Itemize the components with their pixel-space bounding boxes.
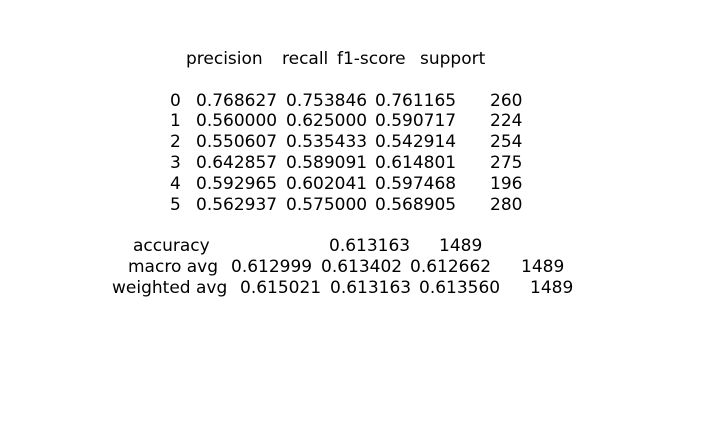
row-f1-score: 0.597468 — [375, 174, 457, 194]
row-precision: 0.768627 — [196, 91, 278, 111]
header-precision: precision — [186, 49, 263, 69]
row-f1-score: 0.761165 — [375, 91, 457, 111]
row-precision: 0.562937 — [196, 195, 278, 215]
row-support: 254 — [490, 132, 523, 152]
row-label: 0 — [170, 91, 181, 111]
row-recall: 0.753846 — [286, 91, 368, 111]
row-label: 5 — [170, 195, 181, 215]
macro-avg-support: 1489 — [521, 257, 565, 277]
macro-avg-recall: 0.613402 — [321, 257, 403, 277]
weighted-avg-support: 1489 — [530, 278, 574, 298]
row-recall: 0.625000 — [286, 111, 368, 131]
row-precision: 0.560000 — [196, 111, 278, 131]
accuracy-label: accuracy — [133, 236, 210, 256]
row-support: 196 — [490, 174, 523, 194]
row-precision: 0.592965 — [196, 174, 278, 194]
header-f1-score: f1-score — [337, 49, 406, 69]
macro-avg-precision: 0.612999 — [231, 257, 313, 277]
row-f1-score: 0.614801 — [375, 153, 457, 173]
macro-avg-f1-score: 0.612662 — [410, 257, 492, 277]
weighted-avg-label: weighted avg — [112, 278, 228, 298]
row-support: 275 — [490, 153, 523, 173]
accuracy-support: 1489 — [439, 236, 483, 256]
row-recall: 0.535433 — [286, 132, 368, 152]
macro-avg-label: macro avg — [128, 257, 219, 277]
row-f1-score: 0.542914 — [375, 132, 457, 152]
row-recall: 0.589091 — [286, 153, 368, 173]
row-label: 2 — [170, 132, 181, 152]
row-precision: 0.550607 — [196, 132, 278, 152]
row-support: 260 — [490, 91, 523, 111]
row-f1-score: 0.590717 — [375, 111, 457, 131]
row-support: 280 — [490, 195, 523, 215]
row-label: 1 — [170, 111, 181, 131]
classification-report: precision recall f1-score support 0 0.76… — [0, 0, 720, 440]
row-precision: 0.642857 — [196, 153, 278, 173]
weighted-avg-f1-score: 0.613560 — [419, 278, 501, 298]
weighted-avg-recall: 0.613163 — [330, 278, 412, 298]
header-support: support — [420, 49, 486, 69]
row-f1-score: 0.568905 — [375, 195, 457, 215]
row-recall: 0.602041 — [286, 174, 368, 194]
row-recall: 0.575000 — [286, 195, 368, 215]
row-support: 224 — [490, 111, 523, 131]
header-recall: recall — [282, 49, 329, 69]
accuracy-value: 0.613163 — [329, 236, 411, 256]
row-label: 3 — [170, 153, 181, 173]
weighted-avg-precision: 0.615021 — [240, 278, 322, 298]
row-label: 4 — [170, 174, 181, 194]
